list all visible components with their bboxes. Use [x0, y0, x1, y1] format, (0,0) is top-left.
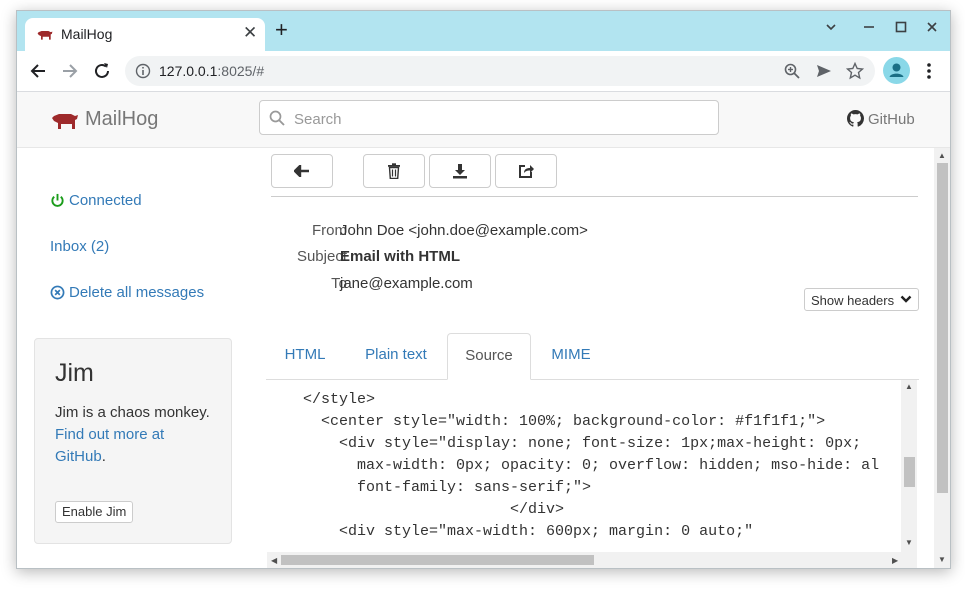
inbox-link[interactable]: Inbox (2) — [50, 238, 109, 255]
tab-plain-text[interactable]: Plain text — [348, 333, 444, 379]
source-line: <center style="width: 100%; background-c… — [267, 413, 825, 430]
page-vertical-scrollbar[interactable]: ▲ ▼ — [934, 148, 950, 568]
github-link[interactable]: GitHub — [847, 110, 915, 128]
maximize-icon[interactable] — [895, 20, 907, 36]
jim-panel: Jim Jim is a chaos monkey. Find out more… — [34, 338, 232, 544]
tab-strip: MailHog ✕ + — [17, 11, 950, 51]
new-tab-button[interactable]: + — [275, 19, 288, 41]
source-hscroll-thumb[interactable] — [281, 555, 594, 565]
toolbar-divider — [271, 196, 918, 197]
source-line: </div> — [267, 501, 564, 518]
source-line: max-width: 0px; opacity: 0; overflow: hi… — [267, 457, 879, 474]
delete-all-link[interactable]: Delete all messages — [50, 284, 204, 301]
url-text[interactable]: 127.0.0.1:8025/# — [159, 63, 264, 79]
tab-mime[interactable]: MIME — [534, 333, 608, 379]
jim-github-link[interactable]: Find out more at GitHub — [55, 426, 164, 465]
delete-all-label: Delete all messages — [69, 284, 204, 301]
jim-title: Jim — [55, 359, 94, 388]
scroll-down-icon[interactable]: ▼ — [905, 538, 913, 547]
tab-close-icon[interactable]: ✕ — [243, 23, 257, 43]
remove-circle-icon — [50, 285, 65, 300]
browser-tab[interactable]: MailHog ✕ — [25, 18, 265, 51]
reload-icon[interactable] — [91, 60, 113, 82]
browser-window: MailHog ✕ + — [16, 10, 951, 569]
address-bar[interactable]: 127.0.0.1:8025/# — [125, 56, 875, 86]
sidebar: Connected Inbox (2) Delete all messages … — [17, 148, 265, 568]
send-icon[interactable] — [815, 62, 833, 80]
connected-label: Connected — [69, 192, 142, 209]
source-vscroll-thumb[interactable] — [904, 457, 915, 487]
page-scroll-down-icon[interactable]: ▼ — [938, 555, 946, 564]
arrow-left-icon — [294, 165, 310, 177]
release-button[interactable] — [495, 154, 557, 188]
mailhog-favicon-icon — [37, 28, 53, 42]
mailhog-logo-icon[interactable] — [51, 112, 79, 130]
minimize-icon[interactable] — [863, 20, 875, 36]
download-button[interactable] — [429, 154, 491, 188]
download-icon — [452, 163, 468, 179]
from-value: John Doe <john.doe@example.com> — [340, 222, 588, 239]
github-label: GitHub — [868, 111, 915, 128]
tab-search-icon[interactable] — [825, 20, 837, 36]
page-scroll-thumb[interactable] — [937, 163, 948, 493]
tab-source[interactable]: Source — [447, 333, 531, 380]
browser-menu-icon[interactable] — [921, 60, 937, 82]
forward-icon[interactable] — [59, 60, 81, 82]
chevron-down-icon — [900, 294, 912, 304]
bookmark-star-icon[interactable] — [846, 62, 864, 80]
to-value: jane@example.com — [340, 275, 473, 292]
source-view[interactable]: </style> <center style="width: 100%; bac… — [267, 380, 917, 542]
tab-title: MailHog — [61, 26, 112, 42]
browser-toolbar: 127.0.0.1:8025/# — [17, 51, 950, 92]
search-input[interactable] — [292, 107, 716, 131]
trash-icon — [387, 163, 401, 179]
show-headers-button[interactable]: Show headers — [804, 288, 919, 311]
source-vertical-scrollbar[interactable]: ▲ ▼ — [901, 380, 917, 552]
zoom-icon[interactable] — [783, 62, 801, 80]
source-horizontal-scrollbar[interactable]: ◀ ▶ — [267, 552, 917, 568]
search-icon — [269, 110, 285, 126]
delete-button[interactable] — [363, 154, 425, 188]
scroll-up-icon[interactable]: ▲ — [905, 382, 913, 391]
mailhog-brand[interactable]: MailHog — [85, 108, 158, 131]
connected-status[interactable]: Connected — [50, 192, 142, 209]
source-line: <div style="max-width: 600px; margin: 0 … — [267, 523, 753, 540]
page-scroll-up-icon[interactable]: ▲ — [938, 151, 946, 160]
content-tabs: HTML Plain text Source MIME — [266, 333, 919, 380]
subject-value: Email with HTML — [340, 248, 460, 265]
message-panel: From John Doe <john.doe@example.com> Sub… — [265, 148, 938, 568]
window-close-icon[interactable] — [926, 20, 938, 36]
source-line: font-family: sans-serif;"> — [267, 479, 591, 496]
source-line: <div style="display: none; font-size: 1p… — [267, 435, 861, 452]
enable-jim-button[interactable]: Enable Jim — [55, 501, 133, 523]
site-info-icon[interactable] — [135, 63, 151, 79]
tab-html[interactable]: HTML — [266, 333, 344, 379]
power-icon — [50, 193, 65, 208]
back-button[interactable] — [271, 154, 333, 188]
mailhog-navbar: MailHog GitHub — [17, 92, 950, 148]
search-box[interactable] — [259, 100, 719, 135]
scroll-right-icon[interactable]: ▶ — [892, 556, 898, 565]
scroll-left-icon[interactable]: ◀ — [271, 556, 277, 565]
back-icon[interactable] — [27, 60, 49, 82]
jim-description: Jim is a chaos monkey. Find out more at … — [55, 402, 215, 468]
share-icon — [518, 163, 534, 179]
profile-avatar-icon[interactable] — [883, 57, 910, 84]
github-icon — [847, 110, 864, 127]
source-line: </style> — [267, 391, 375, 408]
